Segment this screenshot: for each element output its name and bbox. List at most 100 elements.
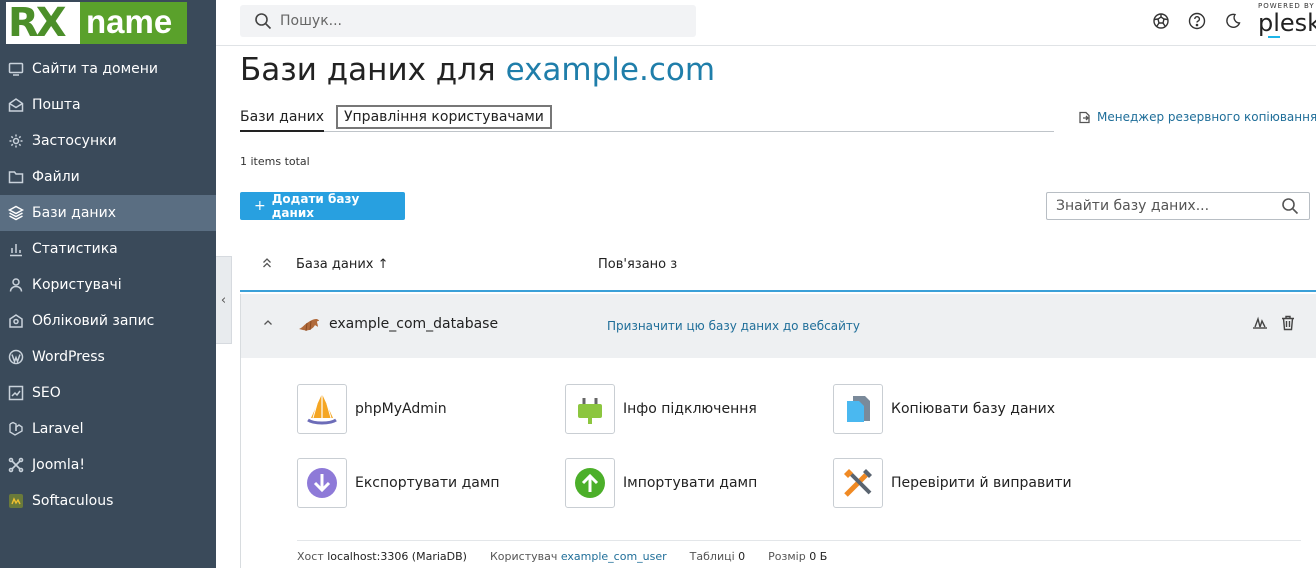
help-icon[interactable]	[1188, 12, 1206, 30]
sidebar-item-label: Joomla!	[32, 457, 85, 473]
plesk-underline	[1268, 36, 1280, 38]
user-icon	[8, 277, 24, 293]
trash-icon[interactable]	[1279, 314, 1297, 332]
items-total: 1 items total	[240, 155, 310, 168]
sidebar-item-label: Пошта	[32, 97, 81, 113]
plesk-wordmark: plesk	[1258, 9, 1316, 37]
divider	[297, 540, 1301, 541]
copy-database-tool[interactable]: Копіювати базу даних	[833, 384, 1055, 434]
sidebar-item-label: Файли	[32, 169, 80, 185]
plug-icon	[578, 398, 602, 424]
ball-icon[interactable]	[1152, 12, 1170, 30]
sidebar-item-statistics[interactable]: Статистика	[0, 231, 216, 267]
phpmyadmin-label: phpMyAdmin	[355, 401, 447, 417]
export-dump-icon-box	[297, 458, 347, 508]
user-value-link[interactable]: example_com_user	[561, 550, 667, 563]
main-content: Бази даних для example.com Бази даних Уп…	[240, 46, 1316, 568]
connection-info-tool[interactable]: Інфо підключення	[565, 384, 757, 434]
tab-databases[interactable]: Бази даних	[240, 104, 324, 132]
plus-icon: +	[254, 198, 266, 214]
export-dump-tool[interactable]: Експортувати дамп	[297, 458, 500, 508]
check-repair-label: Перевірити й виправити	[891, 475, 1072, 491]
phpmyadmin-icon	[307, 394, 337, 425]
column-related: Пов'язано з	[598, 257, 678, 272]
copy-database-icon-box	[833, 384, 883, 434]
upload-icon	[575, 468, 605, 498]
sidebar-item-databases[interactable]: Бази даних	[0, 195, 216, 231]
laravel-icon	[8, 421, 24, 437]
sidebar-item-label: Сайти та домени	[32, 61, 159, 77]
assign-database-link[interactable]: Призначити цю базу даних до вебсайту	[607, 319, 860, 333]
copy-icon	[847, 396, 870, 422]
global-search[interactable]	[240, 5, 696, 37]
search-icon[interactable]	[1281, 197, 1299, 215]
sidebar-item-files[interactable]: Файли	[0, 159, 216, 195]
host-label: Хост	[297, 550, 324, 563]
tables-label: Таблиці	[689, 550, 735, 563]
database-search[interactable]	[1046, 192, 1310, 220]
check-repair-tool[interactable]: Перевірити й виправити	[833, 458, 1072, 508]
user-label: Користувач	[489, 550, 558, 563]
sidebar-item-label: Softaculous	[32, 493, 114, 509]
layers-icon	[8, 205, 24, 221]
tables-value: 0	[738, 550, 746, 563]
import-dump-icon-box	[565, 458, 615, 508]
gear-icon	[8, 133, 24, 149]
size-label: Розмір	[768, 550, 806, 563]
host-value: localhost:3306 (MariaDB)	[327, 550, 467, 563]
logo-rx: RX	[6, 2, 80, 44]
sidebar-collapse-button[interactable]: ‹	[216, 256, 232, 344]
plesk-logo: POWERED BY plesk	[1258, 2, 1316, 42]
sidebar-nav: Сайти та домени Пошта Застосунки Файли Б…	[0, 51, 216, 519]
page-title-prefix: Бази даних для	[240, 52, 496, 88]
sidebar-item-label: Обліковий запис	[32, 313, 155, 329]
table-row: example_com_database Призначити цю базу …	[240, 294, 1316, 358]
download-icon	[307, 468, 337, 498]
moon-icon[interactable]	[1224, 12, 1242, 30]
webapp-icon[interactable]	[1251, 314, 1269, 332]
export-dump-label: Експортувати дамп	[355, 475, 500, 491]
sidebar-item-joomla[interactable]: Joomla!	[0, 447, 216, 483]
page-title-domain[interactable]: example.com	[506, 52, 716, 88]
import-dump-tool[interactable]: Імпортувати дамп	[565, 458, 757, 508]
database-name: example_com_database	[329, 316, 499, 332]
search-input[interactable]	[280, 13, 660, 29]
add-database-label: Додати базу даних	[271, 192, 360, 220]
page-title: Бази даних для example.com	[240, 52, 715, 88]
sidebar-item-label: Застосунки	[32, 133, 117, 149]
collapse-row-icon[interactable]	[263, 316, 273, 330]
database-info-line: Хост localhost:3306 (MariaDB) Користувач…	[297, 550, 827, 563]
phpmyadmin-tool[interactable]: phpMyAdmin	[297, 384, 447, 434]
sidebar-item-mail[interactable]: Пошта	[0, 87, 216, 123]
sidebar-item-laravel[interactable]: Laravel	[0, 411, 216, 447]
sidebar-item-account[interactable]: Обліковий запис	[0, 303, 216, 339]
sidebar: RX name Сайти та домени Пошта Застосунки…	[0, 0, 216, 568]
sidebar-item-seo[interactable]: SEO	[0, 375, 216, 411]
database-search-input[interactable]	[1047, 198, 1277, 214]
expand-all-icon[interactable]	[262, 257, 272, 272]
sidebar-item-label: Бази даних	[32, 205, 116, 221]
sidebar-item-users[interactable]: Користувачі	[0, 267, 216, 303]
rxname-logo[interactable]: RX name	[6, 2, 187, 44]
sidebar-item-label: SEO	[32, 385, 61, 401]
column-database[interactable]: База даних ↑	[296, 257, 389, 272]
monitor-icon	[8, 61, 24, 77]
backup-manager-link[interactable]: Менеджер резервного копіювання	[1078, 110, 1316, 124]
sidebar-item-label: Користувачі	[32, 277, 122, 293]
sidebar-item-websites[interactable]: Сайти та домени	[0, 51, 216, 87]
sidebar-item-applications[interactable]: Застосунки	[0, 123, 216, 159]
sidebar-item-wordpress[interactable]: WordPress	[0, 339, 216, 375]
backup-icon	[1079, 111, 1090, 123]
logo-name: name	[80, 2, 187, 44]
tab-user-management[interactable]: Управління користувачами	[336, 105, 552, 129]
bar-chart-icon	[8, 241, 24, 257]
backup-link-label: Менеджер резервного копіювання	[1097, 110, 1316, 124]
account-icon	[8, 313, 24, 329]
size-value: 0 Б	[809, 550, 828, 563]
add-database-button[interactable]: + Додати базу даних	[240, 192, 405, 220]
sidebar-item-label: WordPress	[32, 349, 105, 365]
search-icon	[255, 13, 272, 30]
joomla-icon	[8, 457, 24, 473]
seo-icon	[8, 385, 24, 401]
sidebar-item-softaculous[interactable]: Softaculous	[0, 483, 216, 519]
